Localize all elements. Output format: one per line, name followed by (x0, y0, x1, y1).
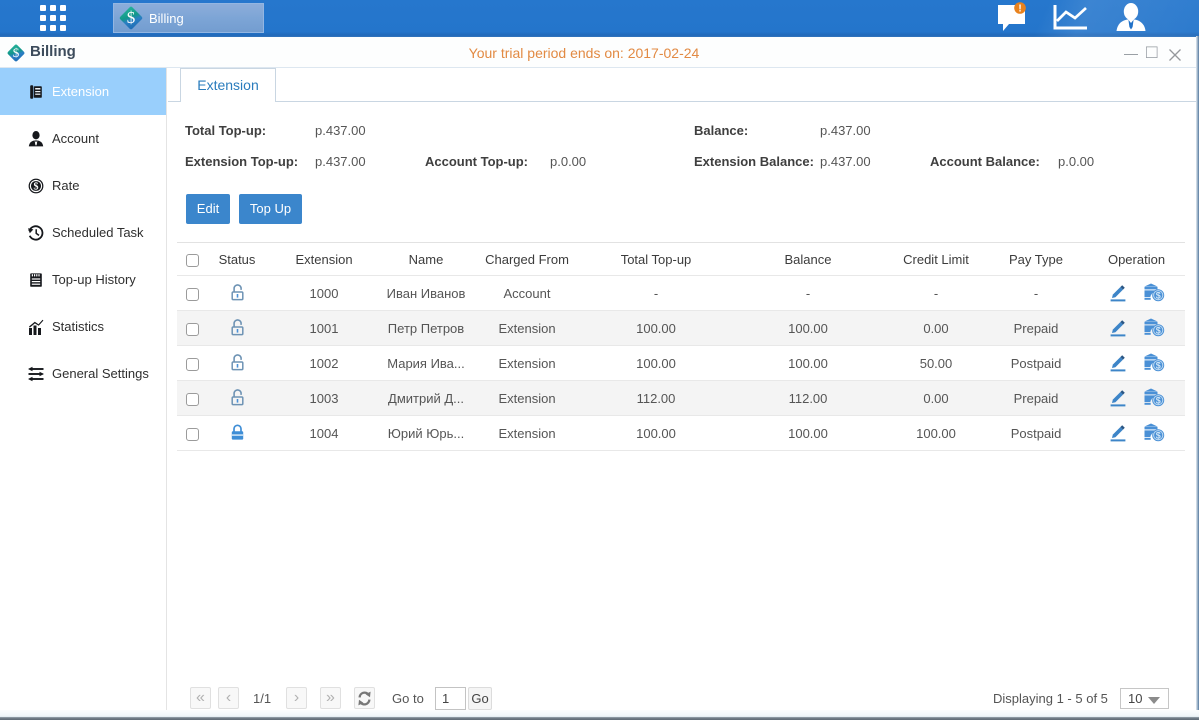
svg-text:$: $ (1155, 290, 1160, 300)
svg-text:!: ! (1018, 4, 1021, 15)
svg-text:$: $ (1155, 395, 1160, 405)
svg-text:$: $ (1155, 325, 1160, 335)
svg-text:$: $ (1155, 360, 1160, 370)
svg-text:$: $ (1155, 430, 1160, 440)
svg-text:$: $ (34, 181, 39, 192)
